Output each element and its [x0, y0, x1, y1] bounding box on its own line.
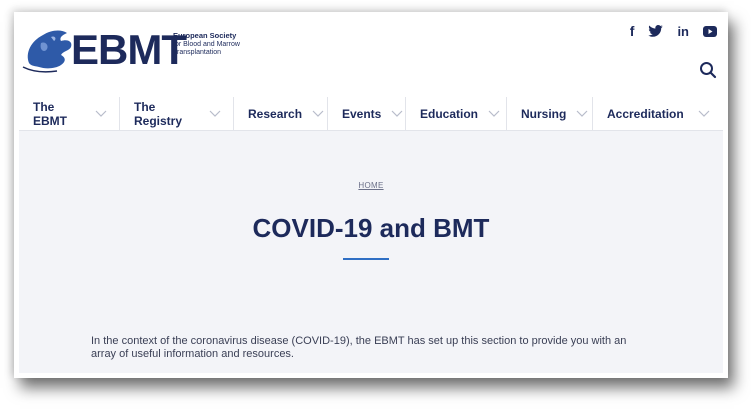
nav-item-education[interactable]: Education [406, 97, 507, 130]
nav-item-nursing[interactable]: Nursing [507, 97, 593, 130]
logo-wordmark: EBMT [71, 26, 187, 73]
nav-item-accreditation[interactable]: Accreditation [593, 97, 723, 130]
chevron-down-icon [391, 110, 403, 117]
chevron-down-icon [95, 110, 107, 117]
page-title: COVID-19 and BMT [252, 213, 490, 243]
nav-item-label: The Registry [134, 99, 183, 128]
nav-item-label: Events [342, 106, 382, 121]
page-content: HOME COVID-19 and BMT In the context of … [19, 131, 723, 373]
site-header: EBMT European Society for Blood and Marr… [19, 17, 723, 97]
ebmt-logo[interactable]: EBMT European Society for Blood and Marr… [21, 21, 271, 77]
nav-item-the-ebmt[interactable]: The EBMT [19, 97, 120, 130]
nav-item-label: Education [420, 106, 479, 121]
tagline-line-3: Transplantation [173, 49, 221, 56]
logo-tagline: European Society for Blood and Marrow Tr… [173, 32, 283, 57]
chevron-down-icon [312, 110, 324, 117]
breadcrumb-home-link[interactable]: HOME [19, 181, 723, 190]
intro-paragraph: In the context of the coronavirus diseas… [91, 335, 627, 360]
tagline-line-1: European Society [173, 31, 237, 40]
linkedin-icon[interactable]: in [677, 24, 689, 39]
tagline-line-2: for Blood and Marrow [173, 41, 240, 48]
chevron-down-icon [209, 110, 221, 117]
nav-item-label: Research [248, 106, 303, 121]
nav-item-events[interactable]: Events [328, 97, 406, 130]
nav-item-label: Accreditation [607, 106, 684, 121]
facebook-icon[interactable]: f [630, 23, 635, 39]
chevron-down-icon [488, 110, 500, 117]
social-links: f in [630, 23, 717, 39]
nav-item-the-registry[interactable]: The Registry [120, 97, 234, 130]
nav-item-label: Nursing [521, 106, 567, 121]
main-navigation: The EBMT The Registry Research Events Ed… [19, 97, 723, 131]
nav-item-label: The EBMT [33, 99, 67, 128]
title-underline-divider [343, 258, 389, 260]
nav-item-research[interactable]: Research [234, 97, 328, 130]
youtube-icon[interactable] [703, 25, 717, 37]
twitter-icon[interactable] [648, 25, 664, 37]
chevron-down-icon [698, 110, 710, 117]
webpage: EBMT European Society for Blood and Marr… [19, 17, 723, 373]
search-icon[interactable] [699, 61, 719, 81]
chevron-down-icon [576, 110, 588, 117]
